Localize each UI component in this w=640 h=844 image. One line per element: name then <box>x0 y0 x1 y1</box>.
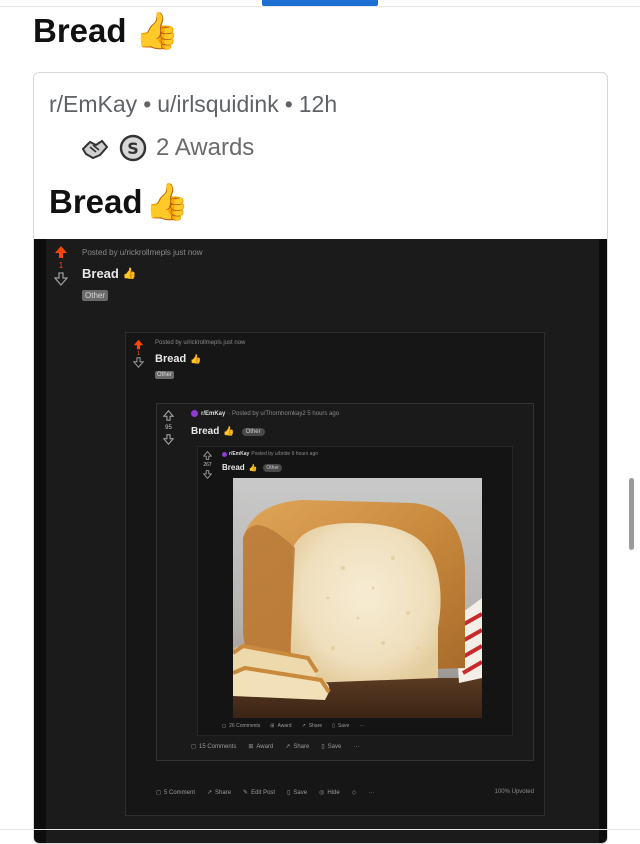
nested-post-level-3: 95 r/EmKay · Posted by u/Thornhornkay2 5… <box>156 403 534 761</box>
vote-column: 267 <box>203 451 212 479</box>
svg-text:S: S <box>127 139 139 158</box>
post-meta: r/EmKay Posted by u/bride 9 hours ago <box>222 451 318 457</box>
divider <box>0 829 640 830</box>
awards-row[interactable]: S 2 Awards <box>80 133 254 163</box>
post-meta-text: Posted by u/bride 9 hours ago <box>251 451 319 457</box>
post-title-text: Bread <box>33 12 127 49</box>
more-icon[interactable]: ··· <box>359 723 364 729</box>
flair-badge: Other <box>155 371 175 379</box>
card-title: Bread 👍 <box>49 183 189 221</box>
flair-badge: Other <box>263 463 282 472</box>
silver-award-icon: S <box>118 133 148 163</box>
tag-icon[interactable]: ◇ <box>352 789 357 796</box>
subreddit-link[interactable]: r/EmKay <box>49 91 137 117</box>
post-actions: ◻ 5 Comment ↗ Share ✎ Edit Post ▯ Save ◎… <box>156 789 374 797</box>
subreddit-icon <box>222 451 227 457</box>
subreddit-link[interactable]: r/EmKay <box>229 451 249 457</box>
upvote-arrow-icon[interactable] <box>203 451 212 460</box>
subreddit-link[interactable]: r/EmKay <box>201 411 225 417</box>
post-meta: Posted by u/rickrollmepls just now <box>82 248 203 257</box>
nested-post-level-2: 1 Posted by u/rickrollmepls just now Bre… <box>125 332 545 816</box>
hide-button[interactable]: ◎ Hide <box>319 789 340 797</box>
post-meta: r/EmKay • u/irlsquidink • 12h <box>49 91 338 117</box>
post-meta-text: · Posted by u/Thornhornkay2 5 hours ago <box>228 410 340 417</box>
edit-post-button[interactable]: ✎ Edit Post <box>243 789 275 797</box>
post-title: Bread 👍 Other <box>191 426 265 437</box>
comments-button[interactable]: ◻ 15 Comments <box>191 743 236 751</box>
downvote-arrow-icon[interactable] <box>163 434 174 445</box>
vote-column: 95 <box>163 410 174 445</box>
handshake-award-icon <box>80 133 110 163</box>
post-title-text: Bread <box>222 463 245 472</box>
user-link[interactable]: u/irlsquidink <box>157 91 278 117</box>
save-button[interactable]: ▯ Save <box>287 789 307 797</box>
award-button[interactable]: ⊞ Award <box>248 743 273 751</box>
more-icon[interactable]: ··· <box>368 790 374 796</box>
post-meta: Posted by u/rickrollmepls just now <box>155 340 246 346</box>
flair-badge: Other <box>241 427 265 436</box>
post-title-text: Bread <box>191 426 220 437</box>
thumbs-up-icon: 👍 <box>122 268 137 280</box>
upvote-arrow-icon[interactable] <box>133 339 144 350</box>
vote-column: 1 <box>54 245 68 286</box>
vote-count: 95 <box>165 425 172 431</box>
vote-count: 267 <box>203 462 212 468</box>
nested-post-level-1: 1 Posted by u/rickrollmepls just now Bre… <box>46 239 599 843</box>
post-age: 12h <box>298 91 338 117</box>
comments-button[interactable]: ◻ 5 Comment <box>156 789 195 797</box>
vote-column: 1 <box>133 339 144 368</box>
crosspost-card[interactable]: r/EmKay • u/irlsquidink • 12h S 2 Awards Bre… <box>33 72 608 844</box>
save-button[interactable]: ▯ Save <box>332 723 349 729</box>
award-button[interactable]: ⊞ Award <box>270 723 291 729</box>
share-button[interactable]: ↗ Share <box>207 789 231 797</box>
awards-count: 2 Awards <box>156 134 255 161</box>
post-actions: ◻ 15 Comments ⊞ Award ↗ Share ▯ Save ··· <box>191 743 359 751</box>
thumbs-up-icon: 👍 <box>190 353 202 364</box>
post-image[interactable]: 1 Posted by u/rickrollmepls just now Bre… <box>34 239 607 843</box>
save-button[interactable]: ▯ Save <box>321 743 341 751</box>
comments-button[interactable]: ◻ 26 Comments <box>222 723 260 729</box>
post-actions: ◻ 26 Comments ⊞ Award ↗ Share ▯ Save ··· <box>222 723 364 729</box>
scrollbar[interactable] <box>629 478 634 550</box>
share-button[interactable]: ↗ Share <box>285 743 309 751</box>
vote-count: 1 <box>58 261 64 270</box>
subreddit-icon <box>191 410 198 417</box>
card-title-text: Bread <box>49 183 143 220</box>
upvote-arrow-icon[interactable] <box>54 245 68 259</box>
thumbs-up-icon: 👍 <box>134 10 180 51</box>
bread-photo[interactable] <box>233 478 482 718</box>
upvote-arrow-icon[interactable] <box>163 410 174 421</box>
post-title: Bread 👍 <box>82 266 137 281</box>
upvote-ratio: 100% Upvoted <box>494 789 534 795</box>
page-title: Bread 👍 <box>33 12 179 50</box>
flair-badge: Other <box>82 290 109 301</box>
thumbs-up-icon: 👍 <box>248 464 258 472</box>
divider <box>0 6 640 7</box>
share-button[interactable]: ↗ Share <box>302 723 323 729</box>
more-icon[interactable]: ··· <box>353 744 359 750</box>
thumbs-up-icon: 👍 <box>144 181 190 222</box>
post-meta: r/EmKay · Posted by u/Thornhornkay2 5 ho… <box>191 410 339 417</box>
thumbs-up-icon: 👍 <box>223 426 235 436</box>
post-title-text: Bread <box>82 266 119 281</box>
downvote-arrow-icon[interactable] <box>133 357 144 368</box>
downvote-arrow-icon[interactable] <box>203 470 212 479</box>
downvote-arrow-icon[interactable] <box>54 272 68 286</box>
post-title-text: Bread <box>155 353 187 365</box>
post-title: Bread 👍 <box>155 353 201 365</box>
post-title: Bread 👍 Other <box>222 463 282 472</box>
nested-post-level-4: 267 r/EmKay Posted by u/bride 9 hours ag… <box>197 446 513 736</box>
